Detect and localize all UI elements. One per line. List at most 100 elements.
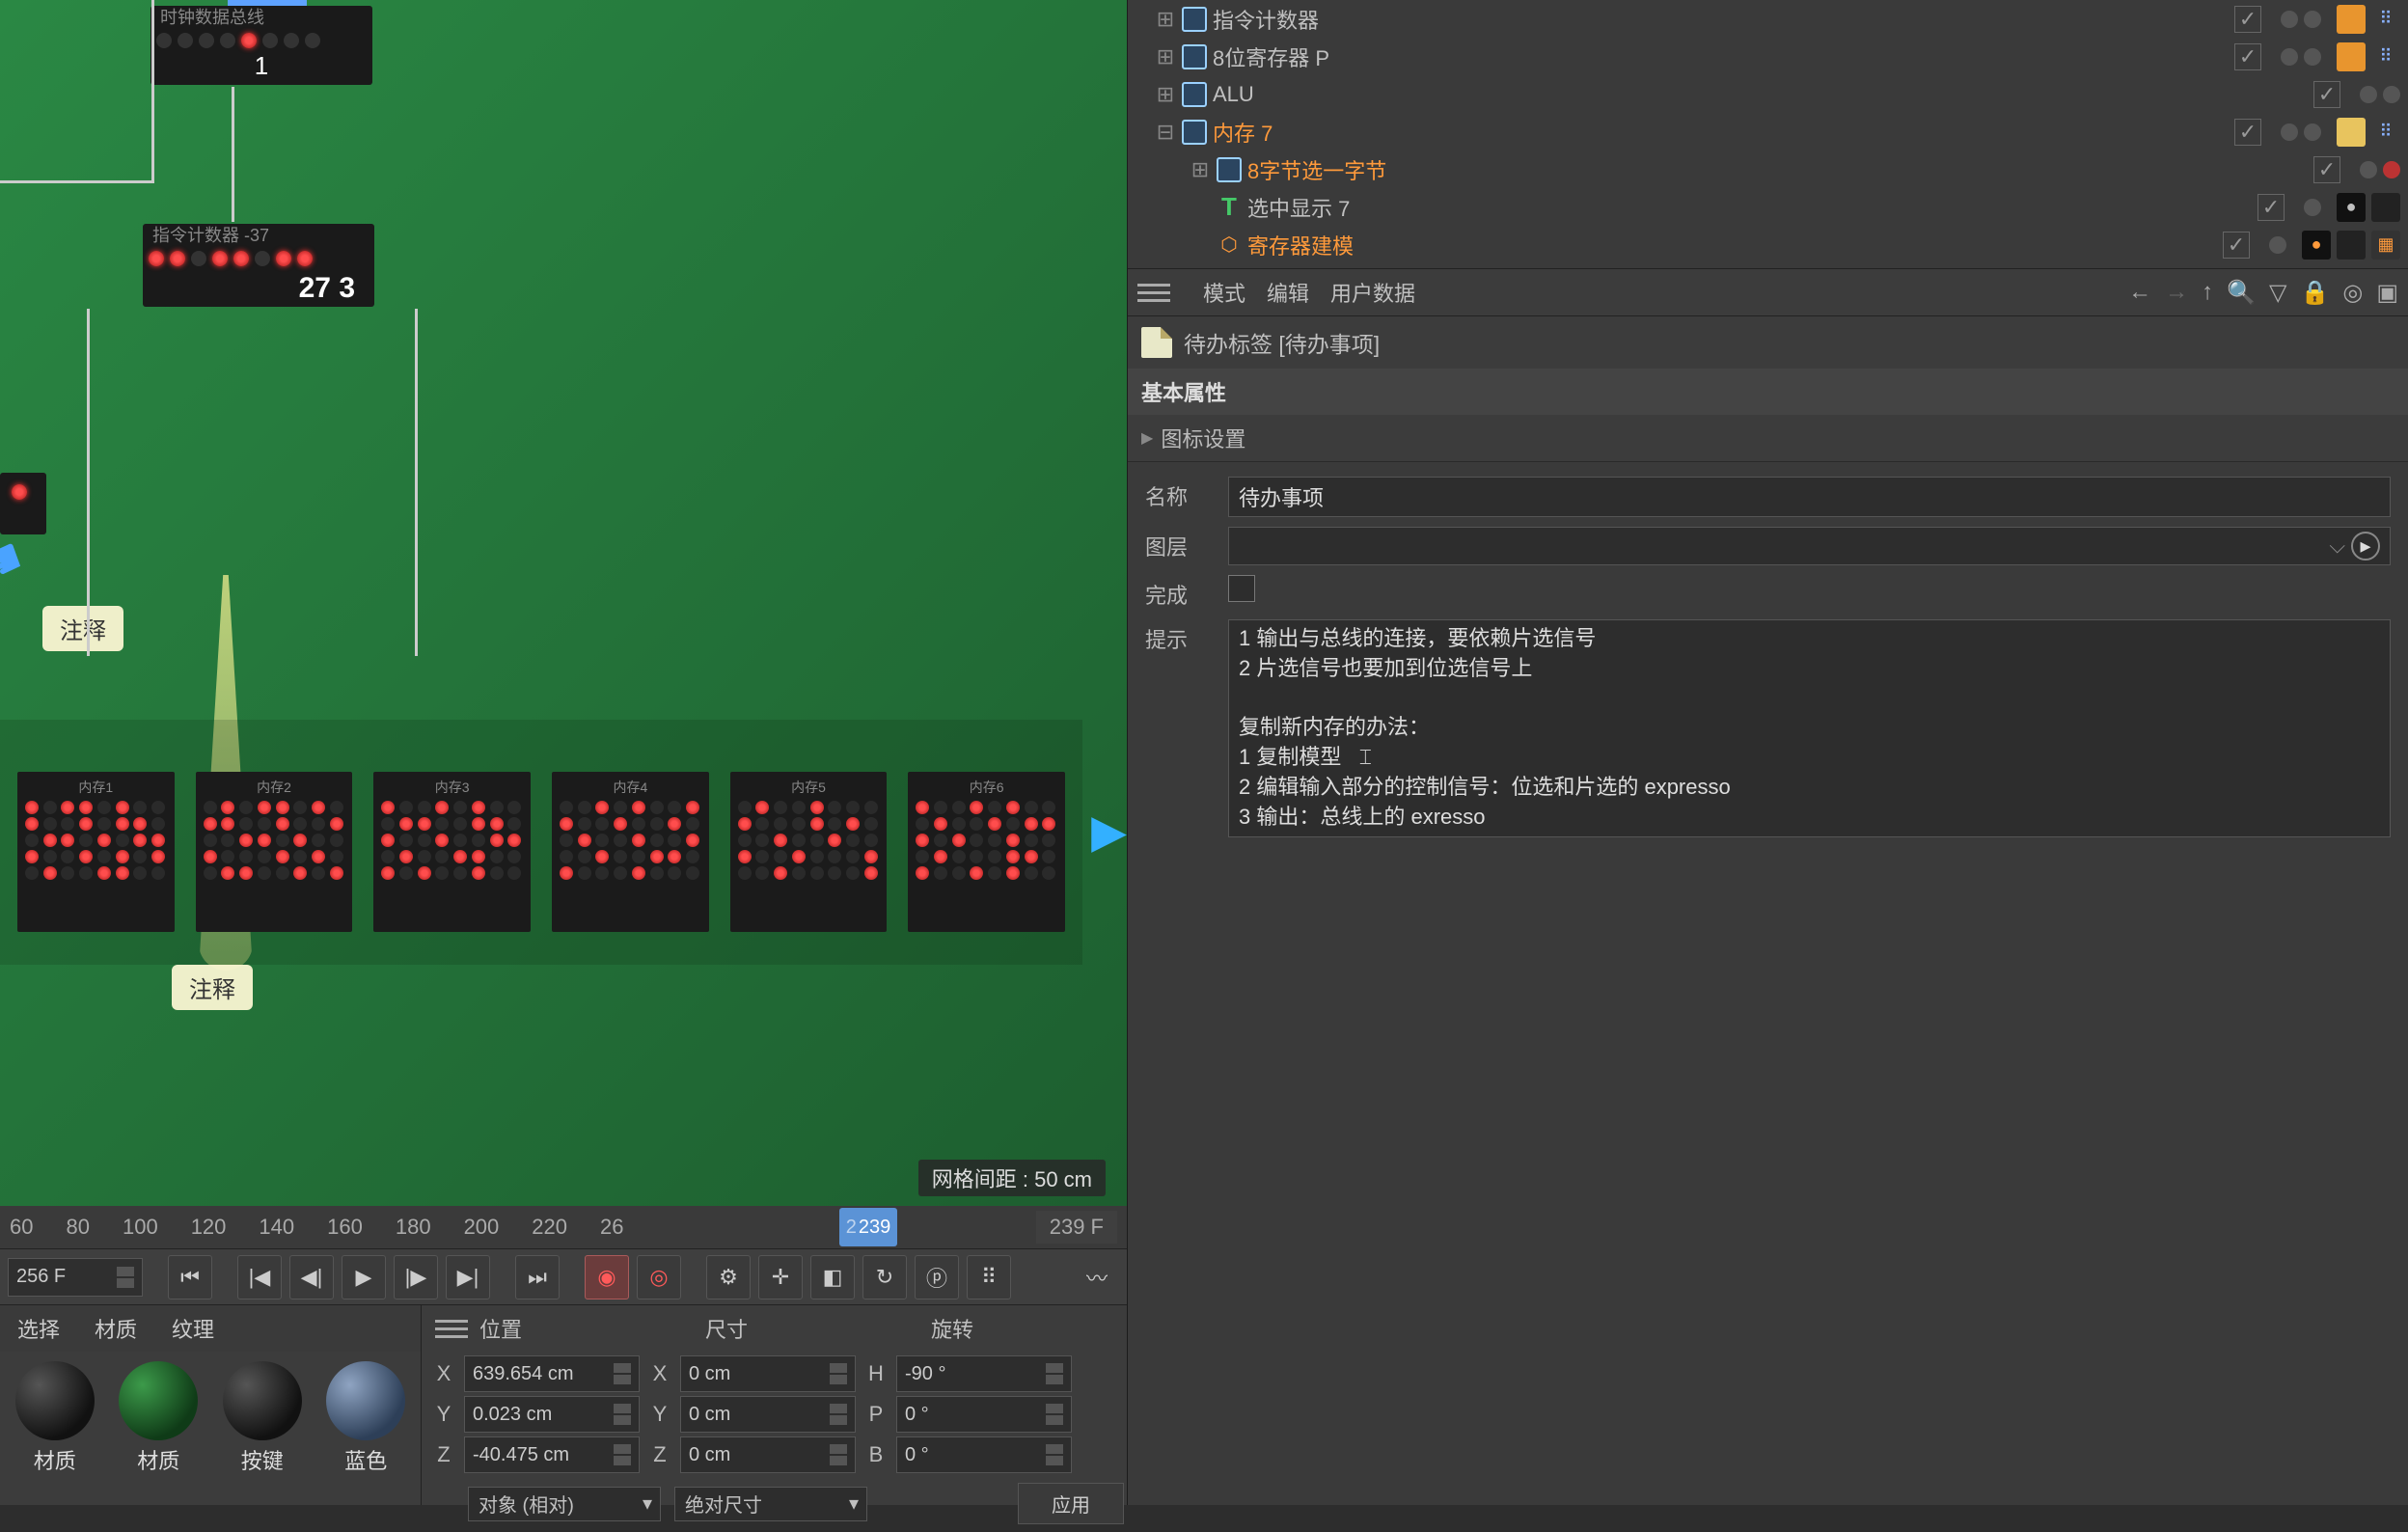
visibility-dots[interactable] [2281,123,2321,141]
particles-tag[interactable]: ⠿ [2371,5,2400,34]
nav-back-icon[interactable]: ← [2128,279,2151,307]
coord-mode-dropdown[interactable]: 对象 (相对) [468,1487,661,1521]
arrow-right-icon: ▶ [1091,805,1127,859]
visibility-checkbox[interactable] [2313,81,2340,108]
check-tag[interactable]: ▦ [2371,231,2400,260]
visibility-dots[interactable] [2304,199,2321,216]
tree-row[interactable]: ⊞8字节选一字节 [1128,150,2408,188]
tree-row[interactable]: ⊟内存 7⠿ [1128,113,2408,150]
tree-row[interactable]: ⬡寄存器建模●▦ [1128,226,2408,263]
note-tag[interactable] [2337,118,2366,147]
tree-row[interactable]: T选中显示 7● [1128,188,2408,226]
rotation-p-input[interactable]: 0 ° [896,1396,1072,1433]
materials-tab-texture[interactable]: 纹理 [154,1305,232,1352]
layer-input[interactable]: ⌵▸ [1228,527,2391,565]
visibility-dots[interactable] [2281,48,2321,66]
section-icon-settings[interactable]: ▶ 图标设置 [1128,415,2408,462]
tree-toggle[interactable]: ⊞ [1190,157,1211,182]
lock-icon[interactable]: 🔒 [2300,279,2329,307]
key-scale-button[interactable]: ◧ [810,1255,855,1299]
particles-tag[interactable]: ⠿ [2371,42,2400,71]
search-icon[interactable]: 🔍 [2227,279,2256,307]
materials-tab-material[interactable]: 材质 [77,1305,154,1352]
size-mode-dropdown[interactable]: 绝对尺寸 [674,1487,867,1521]
nav-forward-icon[interactable]: → [2165,279,2188,307]
tree-row[interactable]: ⊞ALU [1128,75,2408,113]
timeline-playhead[interactable]: 2239 [839,1208,897,1246]
goto-start-button[interactable]: ⏮ [168,1255,212,1299]
size-z-input[interactable]: 0 cm [680,1436,856,1473]
tree-row[interactable]: ⊞8位寄存器 P⠿ [1128,38,2408,75]
tree-toggle[interactable]: ⊟ [1155,120,1176,145]
new-window-icon[interactable]: ▣ [2376,279,2398,307]
attr-menu-edit[interactable]: 编辑 [1267,277,1309,308]
object-hierarchy[interactable]: ⊞指令计数器⠿⊞8位寄存器 P⠿⊞ALU⊟内存 7⠿⊞8字节选一字节T选中显示 … [1128,0,2408,268]
sound-button[interactable]: 〰 [1075,1255,1119,1299]
key-param-button[interactable]: ⓟ [915,1255,959,1299]
timeline-ruler[interactable]: 60 80 100 120 140 160 180 200 220 26 223… [0,1206,1127,1248]
position-y-input[interactable]: 0.023 cm [464,1396,640,1433]
frame-count-input[interactable]: 256 F [8,1258,143,1297]
record-button[interactable]: ◉ [585,1255,629,1299]
size-y-input[interactable]: 0 cm [680,1396,856,1433]
visibility-checkbox[interactable] [2234,119,2261,146]
black-tag[interactable]: ● [2337,193,2366,222]
key-pla-button[interactable]: ⠿ [967,1255,1011,1299]
step-back-button[interactable]: ◀| [289,1255,334,1299]
visibility-dots[interactable] [2281,11,2321,28]
key-settings-button[interactable]: ⚙ [706,1255,751,1299]
dark-tag[interactable] [2337,231,2366,260]
visibility-checkbox[interactable] [2234,6,2261,33]
material-item[interactable]: 材质 [112,1361,206,1475]
goto-next-key-button[interactable]: ▶| [446,1255,490,1299]
materials-tab-select[interactable]: 选择 [0,1305,77,1352]
orange-tag[interactable] [2337,5,2366,34]
attr-menu-userdata[interactable]: 用户数据 [1330,277,1415,308]
material-item[interactable]: 蓝色 [319,1361,414,1475]
particles-tag[interactable]: ⠿ [2371,118,2400,147]
dark-tag[interactable] [2371,193,2400,222]
section-basic-props[interactable]: 基本属性 [1128,369,2408,415]
tree-toggle[interactable]: ⊞ [1155,7,1176,32]
filter-icon[interactable]: ▽ [2269,279,2286,307]
layer-picker-icon[interactable]: ▸ [2351,532,2380,561]
viewport-3d[interactable]: 注释 时钟数据总线 1 指令计数器 -37 27 3 [0,0,1127,1206]
visibility-checkbox[interactable] [2234,43,2261,70]
material-item[interactable]: 材质 [8,1361,102,1475]
tree-row[interactable]: ⊞指令计数器⠿ [1128,0,2408,38]
attr-menu-mode[interactable]: 模式 [1203,277,1245,308]
menu-icon[interactable] [1137,284,1170,302]
size-x-input[interactable]: 0 cm [680,1355,856,1392]
key-move-button[interactable]: ✛ [758,1255,803,1299]
nav-up-icon[interactable]: ↑ [2202,279,2213,307]
orange-tag[interactable] [2337,42,2366,71]
play-button[interactable]: ▶ [342,1255,386,1299]
null-object-icon [1180,80,1209,109]
apply-button[interactable]: 应用 [1018,1483,1124,1524]
black-tag[interactable]: ● [2302,231,2331,260]
target-icon[interactable]: ◎ [2342,279,2363,307]
tree-toggle[interactable]: ⊞ [1155,82,1176,107]
visibility-checkbox[interactable] [2223,232,2250,259]
key-rotate-button[interactable]: ↻ [862,1255,907,1299]
hint-textarea[interactable]: 1 输出与总线的连接，要依赖片选信号2 片选信号也要加到位选信号上 复制新内存的… [1228,619,2391,837]
position-x-input[interactable]: 639.654 cm [464,1355,640,1392]
visibility-checkbox[interactable] [2258,194,2285,221]
rotation-h-input[interactable]: -90 ° [896,1355,1072,1392]
goto-end-button[interactable]: ⏭ [515,1255,560,1299]
visibility-dots[interactable] [2269,236,2286,254]
menu-icon[interactable] [435,1320,468,1338]
goto-prev-key-button[interactable]: |◀ [237,1255,282,1299]
prop-label-layer: 图层 [1145,527,1228,561]
rotation-b-input[interactable]: 0 ° [896,1436,1072,1473]
material-item[interactable]: 按键 [215,1361,310,1475]
done-checkbox[interactable] [1228,575,1255,602]
tree-toggle[interactable]: ⊞ [1155,44,1176,69]
autokey-button[interactable]: ◎ [637,1255,681,1299]
position-z-input[interactable]: -40.475 cm [464,1436,640,1473]
visibility-dots[interactable] [2360,161,2400,178]
step-forward-button[interactable]: |▶ [394,1255,438,1299]
name-input[interactable]: 待办事项 [1228,477,2391,517]
visibility-dots[interactable] [2360,86,2400,103]
visibility-checkbox[interactable] [2313,156,2340,183]
